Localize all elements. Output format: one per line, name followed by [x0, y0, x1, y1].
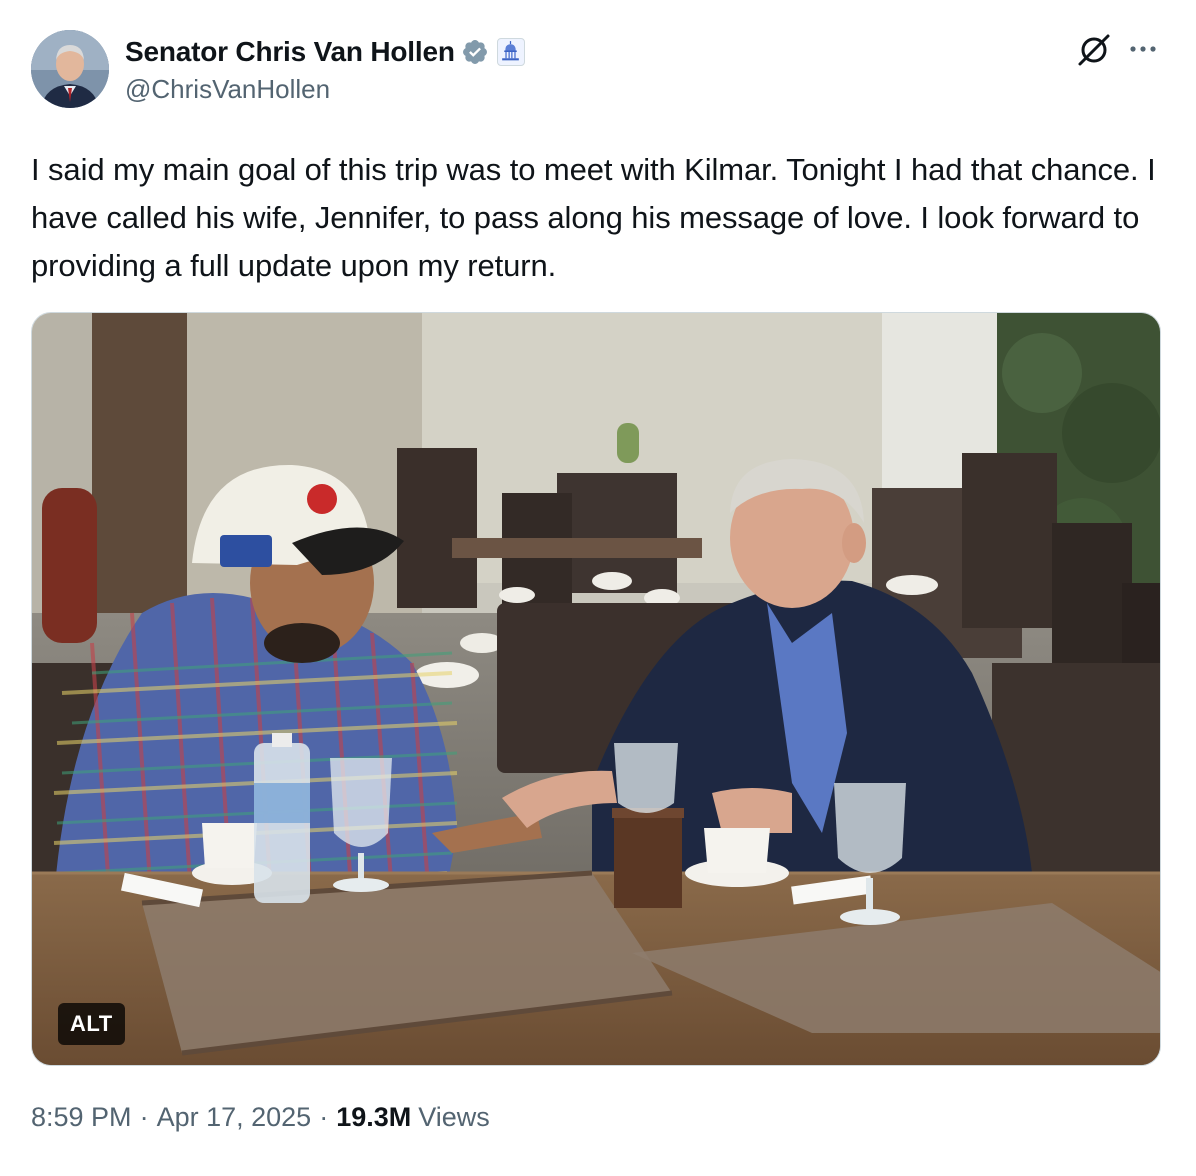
capitol-building-icon[interactable]: [496, 38, 525, 66]
photo-image: [32, 313, 1160, 1065]
tweet-header: Senator Chris Van Hollen @ChrisVanHollen: [31, 30, 1166, 114]
tweet-time[interactable]: 8:59 PM: [31, 1102, 132, 1133]
alt-text-badge[interactable]: ALT: [58, 1003, 125, 1045]
tweet-date[interactable]: Apr 17, 2025: [157, 1102, 312, 1133]
verified-badge-icon[interactable]: [461, 38, 489, 66]
meta-separator: ·: [139, 1102, 149, 1132]
meta-separator: ·: [319, 1102, 329, 1132]
avatar[interactable]: [31, 30, 109, 108]
more-options-icon[interactable]: [1126, 32, 1160, 66]
tweet-photo[interactable]: ALT: [31, 312, 1161, 1066]
display-name[interactable]: Senator Chris Van Hollen: [125, 36, 455, 68]
views-count[interactable]: 19.3M: [336, 1102, 411, 1133]
handle[interactable]: @ChrisVanHollen: [125, 74, 525, 105]
views-label[interactable]: Views: [418, 1102, 490, 1133]
grok-icon[interactable]: [1074, 30, 1114, 70]
tweet-meta: 8:59 PM · Apr 17, 2025 · 19.3M Views: [31, 1102, 490, 1133]
tweet-text: I said my main goal of this trip was to …: [31, 152, 1156, 283]
